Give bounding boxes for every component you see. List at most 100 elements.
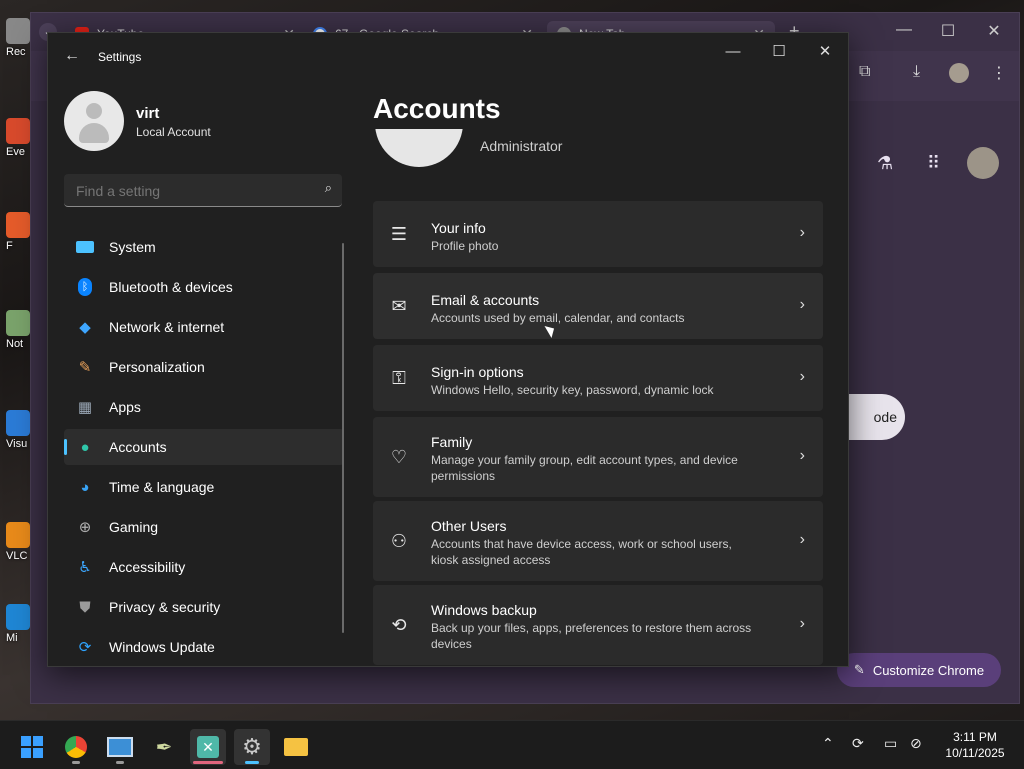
taskbar-app-x[interactable]: ✕ — [190, 729, 226, 765]
pen-icon: ✒ — [155, 736, 173, 759]
desktop-icon-vlc[interactable]: VLC — [6, 522, 32, 562]
chevron-right-icon: › — [799, 224, 805, 241]
customize-chrome-button[interactable]: ✎ Customize Chrome — [837, 653, 1001, 687]
sidebar-item-privacy[interactable]: ⛊ Privacy & security — [64, 589, 344, 625]
taskbar-settings[interactable]: ⚙ — [234, 729, 270, 765]
monitor-icon — [107, 737, 133, 757]
accessibility-icon: ♿ — [78, 559, 92, 576]
globe-icon: ◕ — [80, 478, 90, 496]
profile-avatar[interactable] — [949, 63, 969, 83]
desktop-icon-recycle[interactable]: Rec — [6, 18, 32, 58]
taskbar-file-explorer[interactable] — [278, 729, 314, 765]
profile-picture — [375, 89, 463, 169]
pencil-icon: ✎ — [853, 662, 865, 677]
sidebar-item-windows-update[interactable]: ⟳ Windows Update — [64, 629, 344, 665]
person-icon — [86, 103, 102, 119]
extensions-icon[interactable]: ⧉ — [859, 63, 879, 83]
brush-icon: ✎ — [78, 359, 92, 376]
chevron-up-icon[interactable]: ⌃ — [822, 735, 834, 752]
card-family[interactable]: ♡ Family Manage your family group, edit … — [373, 417, 823, 497]
sidebar-item-network[interactable]: ◆ Network & internet — [64, 309, 344, 345]
user-avatar[interactable] — [64, 91, 124, 151]
search-icon[interactable]: ⌕ — [325, 180, 332, 196]
mode-pill[interactable]: ode — [849, 394, 905, 440]
sidebar-scrollbar[interactable] — [342, 243, 344, 633]
clock[interactable]: 3:11 PM 10/11/2025 — [940, 729, 1010, 761]
start-button[interactable] — [14, 729, 50, 765]
search-input[interactable] — [74, 180, 308, 202]
close-button[interactable]: ✕ — [802, 37, 848, 65]
account-type: Local Account — [136, 125, 211, 139]
card-sign-in-options[interactable]: ⚿ Sign-in options Windows Hello, securit… — [373, 345, 823, 411]
search-box[interactable]: ⌕ — [64, 174, 342, 207]
mail-icon: ✉ — [391, 295, 407, 316]
desktop-icon-f[interactable]: F — [6, 212, 32, 252]
desktop-icon-notepad[interactable]: Not — [6, 310, 32, 350]
backup-icon: ⟲ — [391, 614, 407, 635]
recycle-bin-icon — [6, 18, 30, 44]
vscode-icon — [6, 410, 30, 436]
shield-icon: ⛊ — [79, 598, 91, 616]
maximize-button[interactable]: ☐ — [756, 37, 802, 65]
bluetooth-icon: ᛒ — [75, 277, 95, 297]
chevron-right-icon: › — [799, 368, 805, 385]
wifi-icon: ◆ — [79, 319, 91, 336]
sidebar-item-personalization[interactable]: ✎ Personalization — [64, 349, 344, 385]
family-heart-icon: ♡ — [390, 446, 408, 467]
back-button[interactable]: ← — [64, 47, 80, 65]
chevron-right-icon: › — [799, 531, 805, 548]
clock-time: 3:11 PM — [953, 730, 997, 744]
card-windows-backup[interactable]: ⟲ Windows backup Back up your files, app… — [373, 585, 823, 665]
desktop-icon-visual[interactable]: Visu — [6, 410, 32, 450]
app-icon — [6, 118, 30, 144]
system-icon — [75, 237, 95, 257]
chrome-icon — [65, 736, 87, 758]
sidebar-item-accessibility[interactable]: ♿ Accessibility — [64, 549, 344, 585]
chevron-right-icon: › — [799, 447, 805, 464]
sidebar-item-gaming[interactable]: ⊕ Gaming — [64, 509, 344, 545]
apps-grid-icon[interactable]: ⠿ — [927, 153, 940, 174]
app-icon — [6, 212, 30, 238]
user-name: virt — [136, 105, 160, 122]
menu-icon[interactable]: ⋮ — [991, 63, 1007, 83]
close-icon[interactable]: ✕ — [979, 21, 1009, 41]
taskbar-chrome[interactable] — [58, 729, 94, 765]
maximize-icon[interactable]: ☐ — [933, 21, 963, 41]
accounts-icon: ● — [80, 438, 90, 456]
folder-icon — [284, 738, 308, 756]
settings-title: Settings — [98, 50, 142, 64]
profile-role: Administrator — [480, 138, 563, 154]
taskbar-app-pen[interactable]: ✒ — [146, 729, 182, 765]
settings-window: ← Settings — ☐ ✕ virt Local Account ⌕ Sy… — [47, 32, 849, 667]
card-email-accounts[interactable]: ✉ Email & accounts Accounts used by emai… — [373, 273, 823, 339]
card-other-users[interactable]: ⚇ Other Users Accounts that have device … — [373, 501, 823, 581]
windows-icon — [21, 736, 43, 758]
desktop-icon-mi[interactable]: Mi — [6, 604, 32, 644]
chevron-right-icon: › — [799, 615, 805, 632]
taskbar-remote-desktop[interactable] — [102, 729, 138, 765]
person-list-icon: ☰ — [390, 223, 408, 244]
notepad-icon — [6, 310, 30, 336]
sidebar-item-bluetooth[interactable]: ᛒ Bluetooth & devices — [64, 269, 344, 305]
apps-icon: ▦ — [77, 399, 93, 416]
minimize-icon[interactable]: — — [889, 21, 919, 39]
download-icon[interactable]: ⤓ — [913, 63, 933, 83]
update-icon: ⟳ — [78, 639, 92, 656]
sidebar-item-system[interactable]: System — [64, 229, 344, 265]
network-icon[interactable]: ⊘ — [910, 735, 922, 752]
sync-icon[interactable]: ⟳ — [852, 735, 864, 752]
desktop-icon-eve[interactable]: Eve — [6, 118, 32, 158]
edge-icon — [6, 604, 30, 630]
sidebar-item-apps[interactable]: ▦ Apps — [64, 389, 344, 425]
card-your-info[interactable]: ☰ Your info Profile photo › — [373, 201, 823, 267]
minimize-button[interactable]: — — [710, 37, 756, 65]
sidebar-item-accounts[interactable]: ● Accounts — [64, 429, 344, 465]
display-icon[interactable]: ▭ — [884, 735, 897, 752]
key-icon: ⚿ — [392, 367, 406, 388]
clock-date: 10/11/2025 — [945, 746, 1005, 760]
sidebar-item-time-language[interactable]: ◕ Time & language — [64, 469, 344, 505]
google-account-avatar[interactable] — [967, 147, 999, 179]
labs-icon[interactable]: ⚗ — [877, 153, 893, 174]
vlc-icon — [6, 522, 30, 548]
add-user-icon: ⚇ — [390, 530, 408, 551]
